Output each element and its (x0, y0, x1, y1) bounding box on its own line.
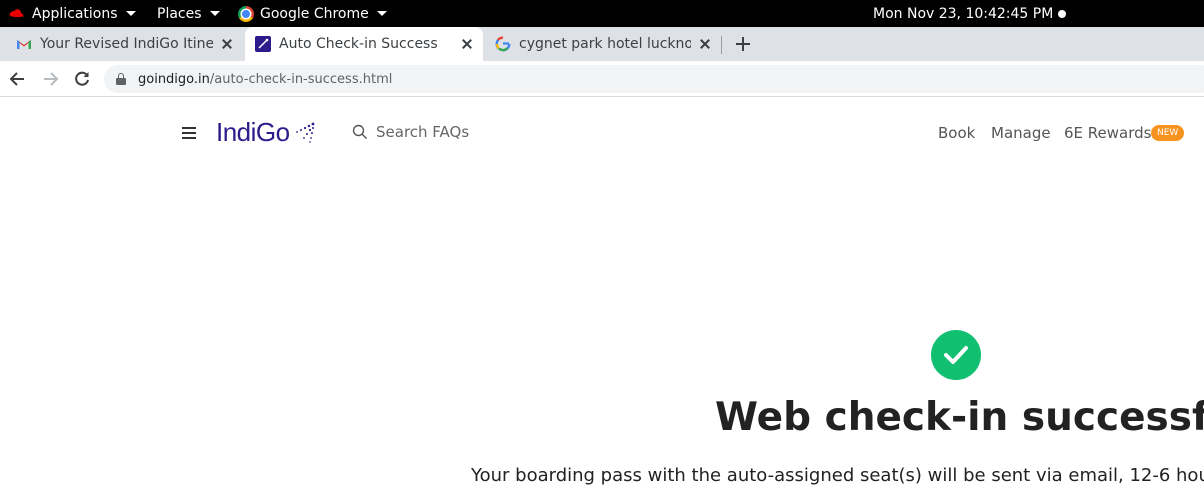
lock-icon[interactable] (116, 73, 126, 85)
success-check-icon (931, 330, 981, 380)
boarding-pass-message: Your boarding pass with the auto-assigne… (471, 465, 1204, 486)
chevron-down-icon (209, 11, 220, 16)
browser-toolbar: goindigo.in/auto-check-in-success.html (0, 61, 1204, 97)
tab-title: cygnet park hotel lucknow (519, 36, 691, 52)
close-icon[interactable] (219, 36, 235, 52)
tab-separator (721, 36, 722, 54)
chevron-down-icon (376, 11, 387, 16)
close-icon[interactable] (459, 36, 475, 52)
plane-dots-icon (295, 122, 315, 143)
tab-title: Auto Check-in Success (279, 36, 438, 52)
nav-6e-rewards[interactable]: 6E Rewards (1064, 124, 1151, 142)
chevron-down-icon (125, 11, 136, 16)
new-badge: NEW (1151, 125, 1185, 141)
tab-google-search[interactable]: cygnet park hotel lucknow (487, 27, 721, 61)
tab-title: Your Revised IndiGo Itinera (40, 36, 213, 52)
chrome-icon (238, 5, 254, 22)
places-menu[interactable]: Places (157, 0, 220, 27)
places-label: Places (157, 5, 202, 22)
search-placeholder: Search FAQs (376, 123, 470, 141)
google-icon (495, 36, 511, 52)
forward-arrow-icon[interactable] (40, 69, 60, 89)
applications-menu[interactable]: Applications (8, 0, 136, 27)
redhat-icon (8, 8, 24, 18)
reload-icon[interactable] (72, 69, 92, 89)
applications-label: Applications (32, 5, 118, 22)
tab-auto-check-in-success[interactable]: Auto Check-in Success (245, 27, 483, 61)
url-host: goindigo.in (138, 71, 210, 87)
system-top-bar: Applications Places Google Chrome Mon No… (0, 0, 1204, 27)
search-icon (352, 124, 367, 139)
gmail-icon (17, 40, 31, 49)
chrome-app-menu[interactable]: Google Chrome (238, 0, 387, 27)
new-tab-button[interactable] (734, 35, 752, 53)
browser-tab-strip: Your Revised IndiGo Itinera Auto Check-i… (0, 27, 1204, 61)
hamburger-menu-icon[interactable] (182, 127, 196, 139)
url-path: /auto-check-in-success.html (209, 71, 393, 87)
address-bar[interactable]: goindigo.in/auto-check-in-success.html (104, 65, 1204, 93)
web-page: IndiGo Search FAQs Book Manage 6E Reward… (0, 97, 1204, 499)
page-title: Web check-in successful (715, 395, 1204, 440)
tab-gmail[interactable]: Your Revised IndiGo Itinera (8, 27, 243, 61)
clock[interactable]: Mon Nov 23, 10:42:45 PM (873, 0, 1067, 27)
back-arrow-icon[interactable] (8, 69, 28, 89)
chrome-label: Google Chrome (260, 5, 369, 22)
indigo-logo[interactable]: IndiGo (216, 117, 315, 148)
clock-label: Mon Nov 23, 10:42:45 PM (873, 5, 1054, 22)
nav-manage[interactable]: Manage (991, 124, 1051, 142)
indigo-favicon (255, 36, 271, 52)
notification-dot-icon (1058, 9, 1067, 18)
search-faqs[interactable]: Search FAQs (352, 123, 469, 141)
nav-book[interactable]: Book (938, 124, 975, 142)
close-icon[interactable] (697, 36, 713, 52)
logo-text: IndiGo (216, 117, 290, 147)
